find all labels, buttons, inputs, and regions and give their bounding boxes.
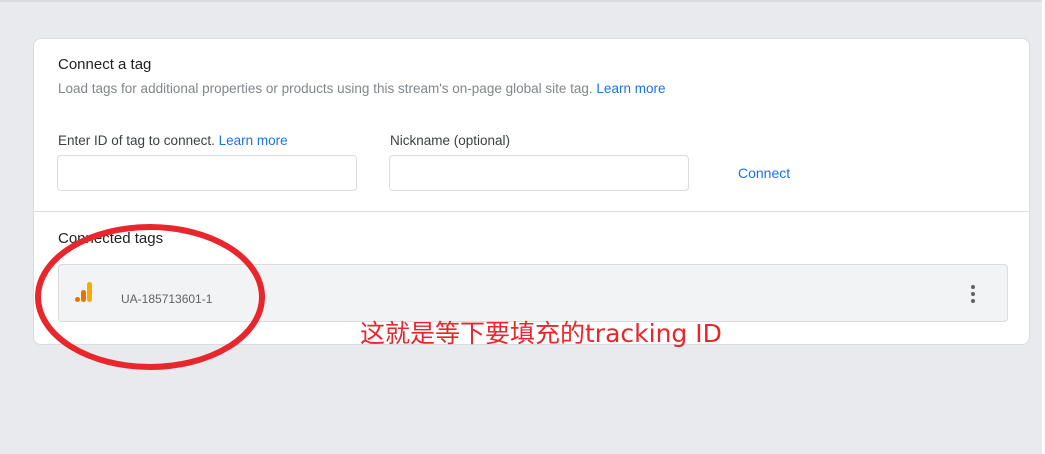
nickname-label: Nickname (optional) bbox=[390, 133, 511, 148]
description-learn-more-link[interactable]: Learn more bbox=[596, 81, 665, 96]
description-text: Load tags for additional properties or p… bbox=[58, 81, 593, 96]
more-vert-icon[interactable] bbox=[961, 280, 985, 308]
top-border bbox=[0, 0, 1045, 2]
card-title: Connect a tag bbox=[58, 56, 152, 73]
nickname-input[interactable] bbox=[389, 155, 689, 191]
annotation-text: 这就是等下要填充的tracking ID bbox=[360, 319, 722, 348]
tag-id-label: Enter ID of tag to connect. Learn more bbox=[58, 133, 288, 148]
tag-id-input[interactable] bbox=[57, 155, 357, 191]
connected-tags-card: Connect a tag Load tags for additional p… bbox=[33, 38, 1030, 345]
tag-id-label-text: Enter ID of tag to connect. bbox=[58, 133, 215, 148]
card-description: Load tags for additional properties or p… bbox=[58, 81, 665, 96]
connected-tag-id: UA-185713601-1 bbox=[121, 292, 213, 306]
connect-button[interactable]: Connect bbox=[728, 158, 800, 188]
connected-tags-title: Connected tags bbox=[58, 230, 164, 247]
tag-id-learn-more-link[interactable]: Learn more bbox=[219, 133, 288, 148]
section-divider bbox=[34, 211, 1029, 212]
google-analytics-icon bbox=[75, 282, 97, 302]
